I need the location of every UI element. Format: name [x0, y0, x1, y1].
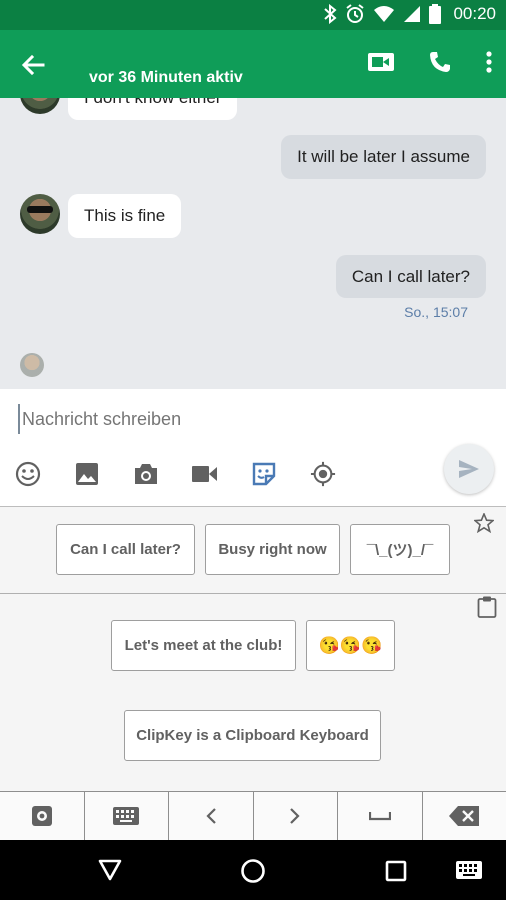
clipkey-keyboard: Can I call later? Busy right now ¯\_(ツ)_…: [0, 506, 506, 791]
system-navigation-bar: [0, 840, 506, 900]
contact-avatar[interactable]: [20, 98, 60, 114]
message-bubble-incoming[interactable]: This is fine: [68, 194, 182, 238]
keyboard-switch-icon[interactable]: [456, 861, 482, 884]
backspace-icon: [449, 806, 480, 826]
compose-bar: [0, 389, 506, 506]
send-icon: [459, 460, 479, 478]
phone-icon[interactable]: [428, 50, 452, 79]
conversation-subtitle: vor 36 Minuten aktiv: [89, 69, 243, 86]
keyboard-icon: [113, 807, 140, 825]
more-vert-icon[interactable]: [486, 51, 492, 78]
settings-key[interactable]: [0, 792, 85, 840]
settings-icon: [31, 806, 52, 826]
message-input[interactable]: [18, 404, 418, 434]
section-divider: [0, 593, 506, 594]
alarm-icon: [346, 4, 365, 23]
favorite-clip-button[interactable]: ¯\_(ツ)_/¯: [350, 524, 450, 575]
bluetooth-icon: [324, 4, 337, 24]
image-icon[interactable]: [74, 461, 100, 487]
app-bar: vor 36 Minuten aktiv: [0, 30, 506, 98]
contact-avatar[interactable]: [20, 194, 60, 234]
keyboard-key[interactable]: [85, 792, 169, 840]
space-key[interactable]: [338, 792, 423, 840]
status-bar: 00:20: [0, 0, 506, 30]
back-triangle-icon[interactable]: [98, 859, 122, 886]
favorite-clip-button[interactable]: Can I call later?: [56, 524, 195, 575]
cursor-left-key[interactable]: [169, 792, 254, 840]
location-icon[interactable]: [310, 461, 336, 487]
clipboard-clip-button[interactable]: ClipKey is a Clipboard Keyboard: [124, 710, 381, 761]
clipboard-clip-button[interactable]: Let's meet at the club!: [111, 620, 296, 671]
message-bubble-incoming[interactable]: I don't know either: [68, 98, 238, 120]
read-receipt-avatar: [20, 353, 44, 377]
emoji-icon[interactable]: [15, 461, 41, 487]
camera-icon[interactable]: [133, 461, 159, 487]
message-bubble-outgoing[interactable]: It will be later I assume: [281, 135, 486, 179]
space-icon: [368, 812, 391, 821]
clipboard-icon[interactable]: [477, 596, 497, 618]
message-bubble-outgoing[interactable]: Can I call later?: [335, 255, 486, 298]
wifi-icon: [374, 6, 395, 22]
recents-square-icon[interactable]: [385, 860, 407, 887]
backspace-key[interactable]: [423, 792, 506, 840]
send-button[interactable]: [444, 444, 494, 494]
star-icon[interactable]: [472, 511, 496, 534]
sticker-icon[interactable]: [251, 461, 277, 487]
battery-icon: [429, 4, 442, 24]
chat-area[interactable]: I don't know either It will be later I a…: [0, 98, 506, 389]
signal-icon: [404, 6, 421, 22]
arrow-left-icon: [206, 808, 216, 824]
message-timestamp: So., 15:07: [404, 304, 468, 320]
keyboard-action-bar: [0, 791, 506, 840]
cursor-right-key[interactable]: [254, 792, 338, 840]
back-arrow-icon[interactable]: [18, 50, 48, 80]
home-circle-icon[interactable]: [240, 858, 266, 889]
arrow-right-icon: [290, 808, 300, 824]
favorite-clip-button[interactable]: Busy right now: [205, 524, 340, 575]
video-icon[interactable]: [192, 461, 218, 487]
video-call-icon[interactable]: [368, 52, 394, 77]
status-time: 00:20: [453, 4, 496, 23]
clipboard-clip-button[interactable]: 😘😘😘: [306, 620, 395, 671]
